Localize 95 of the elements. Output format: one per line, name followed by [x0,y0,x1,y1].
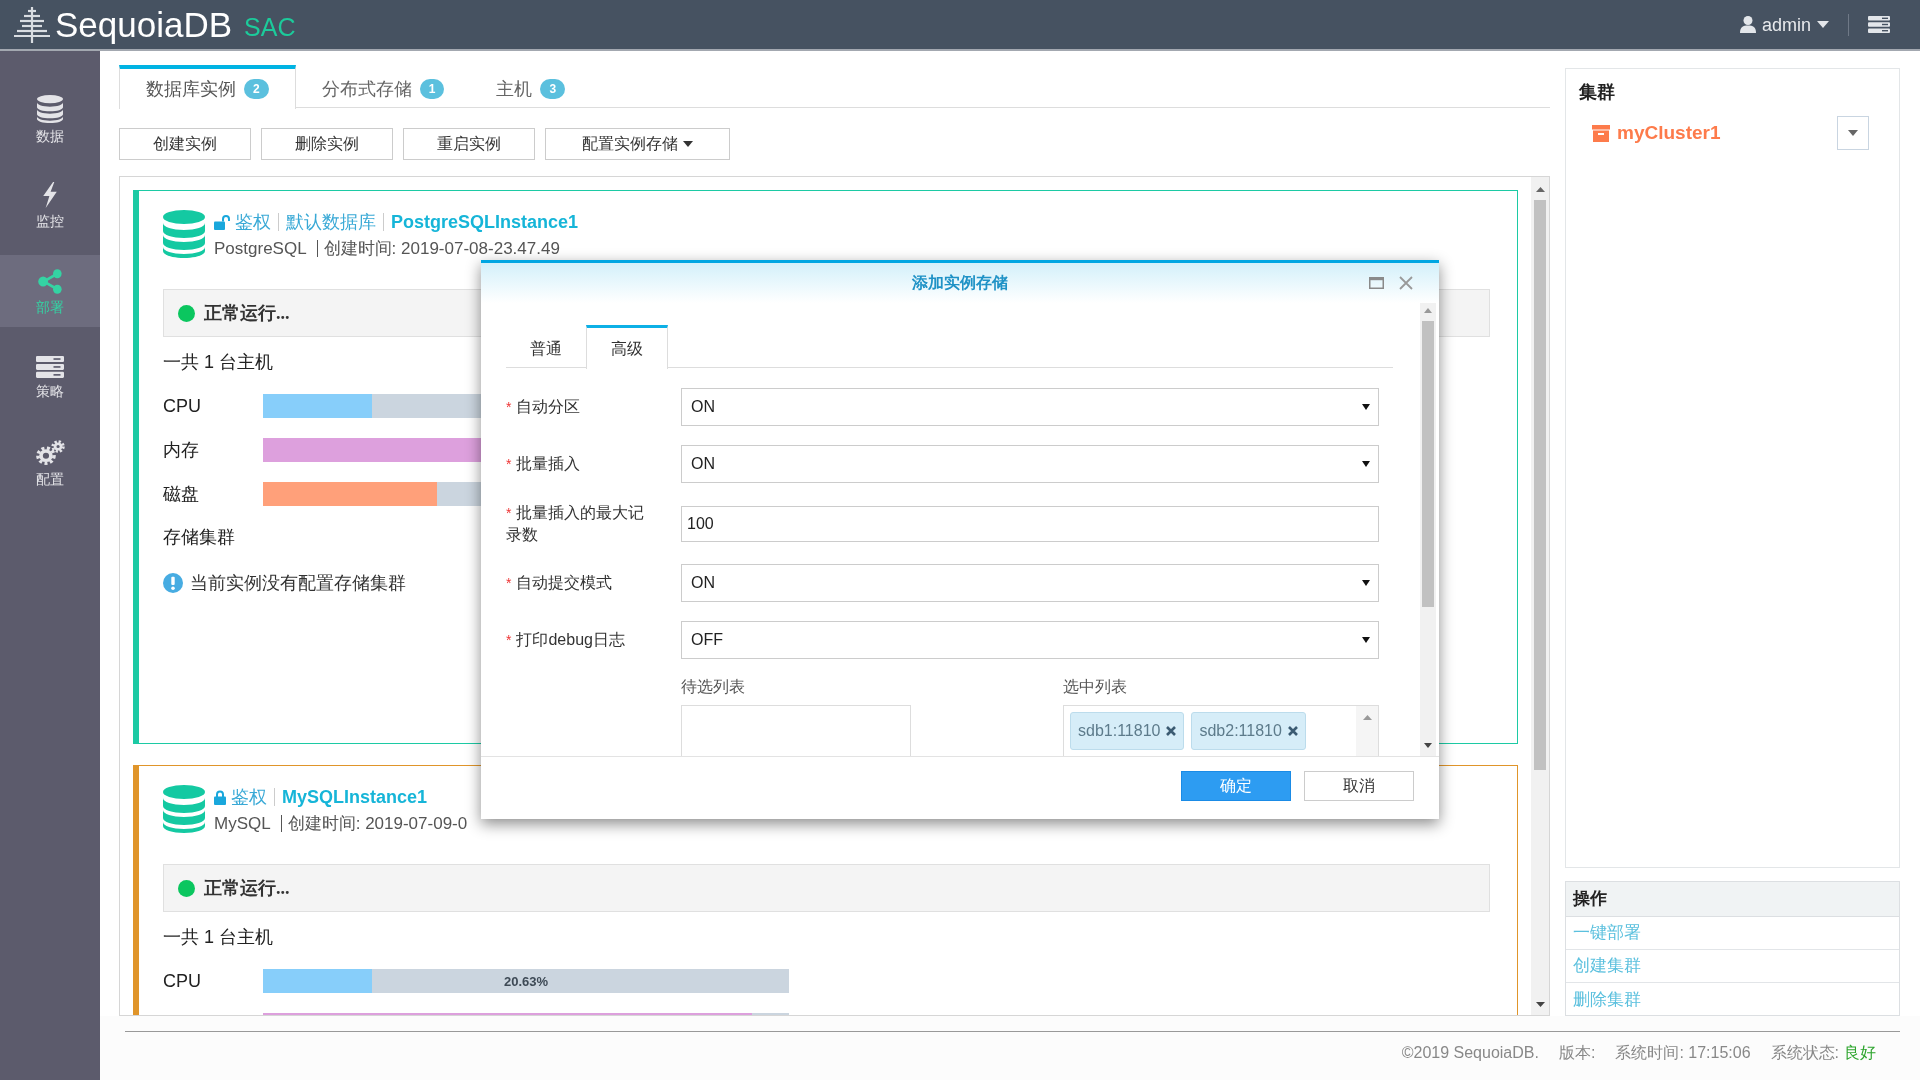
server-icon [36,356,64,378]
tag[interactable]: sdb2:11810 [1191,712,1306,750]
tag[interactable]: sdb1:11810 [1070,712,1185,750]
maximize-button[interactable] [1369,277,1384,289]
metric-label: 内存 [163,441,199,459]
host-count: 一共 1 台主机 [163,351,273,374]
close-button[interactable] [1399,276,1413,290]
select-field[interactable]: ON [681,564,1379,602]
toolbar-button[interactable]: 删除实例 [261,128,393,160]
caret-icon [1817,21,1829,28]
list-title: 待选列表 [681,677,745,697]
instance-type: MySQL [214,814,271,832]
menu-icon [1868,16,1890,33]
storage-message: 当前实例没有配置存储集群 [190,571,406,595]
database-icon [37,95,63,123]
count-badge: 3 [540,79,566,99]
tab[interactable]: 主机 3 [470,65,592,109]
status-text: 正常运行... [204,876,290,900]
field-label: * 自动分区 [506,397,582,417]
scroll-down-icon [1535,1002,1545,1007]
status-text: 正常运行... [204,301,290,325]
selected-list[interactable]: sdb1:11810 sdb2:11810 [1063,705,1379,756]
metric-label: 磁盘 [163,485,199,503]
scrollbar[interactable] [1531,177,1549,1015]
caret-icon [1362,404,1370,410]
product-name: SAC [244,15,296,40]
caret-icon [1362,461,1370,467]
sidebar-item[interactable]: 数据 [0,83,100,155]
toolbar-button[interactable]: 创建实例 [119,128,251,160]
tree-logo-icon [12,5,52,44]
scrollbar-thumb[interactable] [1534,200,1546,770]
created-time: 创建时间: 2019-07-08-23.47.49 [323,239,560,257]
close-icon [1399,276,1413,290]
archive-box-icon [1592,124,1610,142]
sidebar-item[interactable]: 监控 [0,169,100,241]
menu-button[interactable] [1868,16,1890,33]
field-label: * 打印debug日志 [506,630,626,650]
instance-type: PostgreSQL [214,239,307,257]
status-value: 良好 [1844,1043,1876,1063]
list-title: 选中列表 [1063,677,1127,697]
scroll-up-icon [1362,715,1372,720]
count-badge: 1 [419,79,445,99]
field-label: * 批量插入的最大记录数 [506,503,646,545]
scroll-up-icon [1535,187,1545,192]
input-field[interactable]: 100 [681,505,1379,542]
scroll-up-icon [1424,308,1432,313]
tab[interactable]: 分布式存储 1 [295,65,471,109]
caret-icon [1362,637,1370,643]
database-icon [163,785,205,833]
select-field[interactable]: OFF [681,621,1379,659]
toolbar-button[interactable]: 重启实例 [403,128,535,160]
cancel-button[interactable]: 取消 [1304,771,1414,801]
status-label: 系统状态: [1770,1043,1839,1063]
tab[interactable]: 高级 [586,325,668,369]
select-field[interactable]: ON [681,445,1379,483]
system-time: 系统时间: 17:15:06 [1615,1043,1751,1063]
logo-text: SequoiaDB [55,7,233,42]
count-badge: 2 [244,79,269,99]
storage-title: 存储集群 [163,526,235,549]
close-icon [1166,726,1177,736]
progress-reading: 20.63% [503,974,549,988]
created-time: 创建时间: 2019-07-09-0 [287,814,468,832]
gears-icon [35,440,65,466]
lightning-icon [42,182,58,208]
sidebar-item[interactable]: 策略 [0,341,100,413]
caret-icon [1848,130,1858,136]
select-field[interactable]: ON [681,388,1379,426]
confirm-button[interactable]: 确定 [1181,771,1291,801]
panel-title: 集群 [1579,81,1616,104]
user-icon [1739,16,1756,33]
host-count: 一共 1 台主机 [163,926,273,949]
field-label: * 批量插入 [506,454,582,474]
maximize-icon [1369,277,1384,289]
tab[interactable]: 普通 [506,325,586,369]
dropdown-button[interactable]: 配置实例存储 [545,128,730,160]
metric-label: CPU [163,397,201,415]
dropdown-button[interactable] [1837,116,1869,150]
exclamation-icon [163,573,183,593]
version-label: 版本: [1558,1043,1596,1063]
scrollbar[interactable] [1420,303,1436,756]
share-icon [37,268,63,294]
database-icon [163,210,205,258]
tab[interactable]: 数据库实例 2 [119,65,296,109]
sidebar-item[interactable]: 部署 [0,255,100,327]
field-label: * 自动提交模式 [506,573,614,593]
metric-label: CPU [163,972,201,990]
caret-icon [683,141,693,147]
user-menu[interactable]: admin [1739,15,1829,34]
copyright-text: ©2019 SequoiaDB. [1401,1043,1539,1063]
caret-icon [1362,580,1370,586]
sidebar-item[interactable]: 配置 [0,427,100,499]
scrollbar-thumb[interactable] [1422,321,1434,607]
dialog-title: 添加实例存储 [912,273,1008,293]
panel-header: 操作 [1566,882,1899,917]
close-icon [1287,726,1298,736]
